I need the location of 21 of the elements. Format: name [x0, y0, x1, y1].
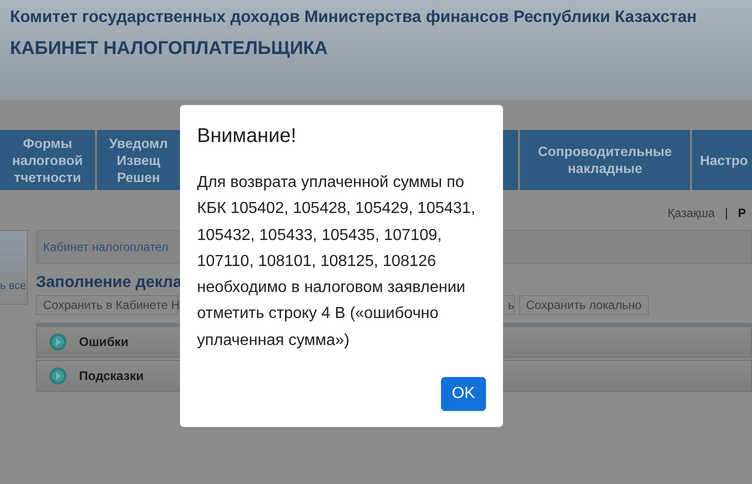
- save-button[interactable]: Сохранить в Кабинете Н: [36, 295, 178, 315]
- separator: |: [724, 206, 728, 222]
- expand-icon[interactable]: [49, 333, 67, 351]
- nav-tab[interactable]: Формы налоговой тчетности: [0, 130, 95, 190]
- nav-tab[interactable]: Настро: [692, 130, 752, 190]
- panel-title: Ошибки: [79, 335, 128, 349]
- expand-icon[interactable]: [49, 367, 67, 385]
- nav-tab[interactable]: Уведомл Извещ Решен: [97, 130, 180, 190]
- sidebar-link[interactable]: ь все: [0, 280, 26, 292]
- panel-title: Подсказки: [79, 369, 144, 383]
- page-heading: Заполнение декла: [36, 274, 182, 292]
- site-subtitle: КАБИНЕТ НАЛОГОПЛАТЕЛЬЩИКА: [10, 37, 329, 59]
- breadcrumb-link[interactable]: Кабинет налогоплател: [43, 240, 168, 254]
- dialog-title: Внимание!: [197, 125, 298, 148]
- dialog-message: Для возврата уплаченной суммы по КБК 105402, 105428, 105429, 105431, 105432, 105433, 105435, 107109, 107110, 108101, 108125, 108126 необходимо в налоговом заявлении отметить строку 4 В («ошибочно уплаченная сумма»): [197, 173, 476, 351]
- site-title: Комитет государственных доходов Министерства финансов Республики Казахстан: [10, 8, 698, 27]
- language-link[interactable]: Р: [738, 206, 746, 226]
- save-button[interactable]: Сохранить локально: [519, 295, 649, 315]
- language-link[interactable]: Қазақша: [668, 206, 715, 226]
- ok-button[interactable]: OK: [440, 377, 486, 411]
- nav-tab[interactable]: Сопроводительные накладные: [520, 130, 690, 190]
